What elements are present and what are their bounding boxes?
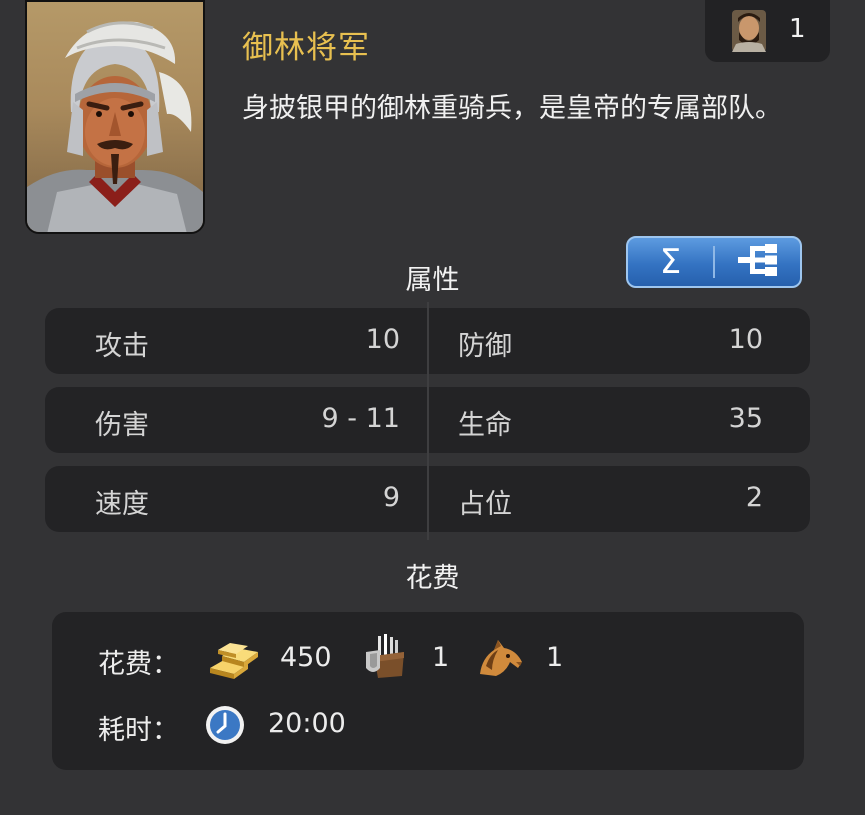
cost-label: 花费： xyxy=(98,649,179,680)
stat-value: 2 xyxy=(745,482,763,513)
gold-icon xyxy=(206,638,260,684)
horse-amount: 1 xyxy=(546,642,564,673)
unit-description: 身披银甲的御林重骑兵，是皇帝的专属部队。 xyxy=(242,93,782,124)
unit-count-badge: 1 xyxy=(705,0,830,62)
attributes-title: 属性 xyxy=(405,265,460,296)
stat-value: 35 xyxy=(728,403,763,434)
clock-icon xyxy=(204,704,246,750)
stat-row: 速度 9 占位 2 xyxy=(45,460,810,540)
unit-name: 御林将军 xyxy=(242,30,370,66)
time-label: 耗时： xyxy=(98,715,179,746)
stat-label: 速度 xyxy=(95,489,149,520)
soldier-avatar-icon xyxy=(732,10,766,56)
gold-amount: 450 xyxy=(280,642,332,673)
stat-value: 9 xyxy=(382,482,400,513)
time-value: 20:00 xyxy=(268,708,346,739)
stat-row: 伤害 9 - 11 生命 35 xyxy=(45,381,810,461)
stat-divider xyxy=(427,460,429,540)
stat-label: 占位 xyxy=(458,489,512,520)
stat-divider xyxy=(427,302,429,382)
unit-portrait xyxy=(25,0,205,234)
stat-divider xyxy=(427,381,429,461)
weapons-amount: 1 xyxy=(432,642,450,673)
stat-value: 10 xyxy=(728,324,763,355)
unit-count: 1 xyxy=(789,14,806,44)
stat-label: 防御 xyxy=(458,331,512,362)
weapons-icon xyxy=(364,634,408,684)
stat-row: 攻击 10 防御 10 xyxy=(45,302,810,382)
stat-label: 生命 xyxy=(458,410,512,441)
stat-value: 9 - 11 xyxy=(321,403,400,434)
horse-icon xyxy=(476,636,526,682)
cost-title: 花费 xyxy=(405,563,460,594)
stat-label: 攻击 xyxy=(95,331,149,362)
cost-panel: 花费： 450 1 1 耗时： 20:00 xyxy=(52,612,804,770)
stat-label: 伤害 xyxy=(95,410,149,441)
stat-value: 10 xyxy=(365,324,400,355)
